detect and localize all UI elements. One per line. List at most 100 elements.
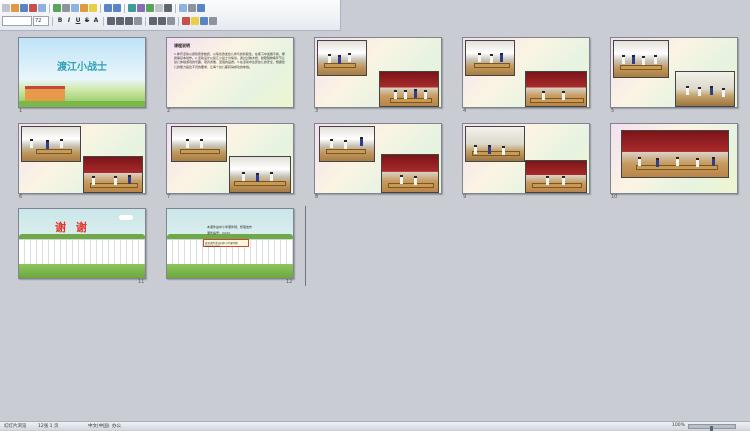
language-indicator: 中文(中国) (88, 424, 110, 429)
toolbar-separator (49, 3, 50, 13)
toolbar-separator (52, 16, 53, 26)
toolbar-separator (124, 3, 125, 13)
insert-shape-icon[interactable] (164, 4, 172, 12)
slide-thumbnail-9[interactable] (462, 123, 590, 194)
numbering-icon[interactable] (158, 17, 166, 25)
slide-thumbnail-11[interactable]: 谢 谢 (18, 208, 146, 279)
insert-chart-icon[interactable] (137, 4, 145, 12)
slide-thumbnail-3[interactable] (314, 37, 442, 108)
align-left-icon[interactable] (107, 17, 115, 25)
theme-name: 办公 (112, 424, 121, 429)
activity-photo (229, 156, 291, 193)
slide-thumbnail-7[interactable] (166, 123, 294, 194)
slide-title: 谢 谢 (55, 221, 90, 234)
preview-icon[interactable] (38, 4, 46, 12)
grass-illustration (19, 264, 145, 278)
font-color-icon[interactable] (182, 17, 190, 25)
insert-table-icon[interactable] (128, 4, 136, 12)
font-size-select[interactable]: 72 (33, 16, 49, 26)
copy-icon[interactable] (71, 4, 79, 12)
toolbar-row-formatting: 72 B I U S A (2, 15, 217, 27)
activity-photo (171, 126, 227, 162)
grass-illustration (167, 264, 293, 278)
line-color-icon[interactable] (200, 17, 208, 25)
slide-number: 3 (315, 108, 319, 114)
indent-icon[interactable] (167, 17, 175, 25)
print-icon[interactable] (29, 4, 37, 12)
building-illustration (25, 86, 65, 101)
toolbar-separator (100, 3, 101, 13)
grass-illustration (19, 101, 145, 107)
view-mode-label: 幻灯片浏览 (4, 424, 27, 429)
insert-picture-icon[interactable] (146, 4, 154, 12)
slide-text-box: 更多课件请访问中小学课件网 www.kj.com (203, 239, 249, 248)
slide-thumbnail-5[interactable] (610, 37, 738, 108)
zoom-slider[interactable] (688, 424, 736, 431)
help-icon[interactable] (197, 4, 205, 12)
cut-icon[interactable] (62, 4, 70, 12)
activity-photo (613, 40, 669, 78)
slide-thumbnail-6[interactable] (18, 123, 146, 194)
activity-photo (621, 130, 729, 178)
bold-icon[interactable]: B (56, 17, 64, 25)
activity-photo (525, 71, 587, 107)
insert-textbox-icon[interactable] (155, 4, 163, 12)
activity-photo (381, 154, 439, 193)
underline-icon[interactable]: U (74, 17, 82, 25)
font-name-select[interactable] (2, 16, 32, 26)
activity-photo (21, 126, 81, 162)
slide-sorter: 渡江小战士 1 课程说明 1.体育活动以游戏贯穿始终，以情境激发幼儿参与的积极性… (0, 31, 750, 421)
slide-number: 7 (167, 194, 171, 200)
paste-icon[interactable] (80, 4, 88, 12)
activity-photo (465, 40, 515, 76)
slide-title: 渡江小战士 (57, 62, 107, 73)
slide-text-line: 本课件由中小学课件网，整理发布 (207, 225, 253, 229)
slide-thumbnail-12[interactable]: 本课件由中小学课件网，整理发布 课件编号：XXXX 更多课件请访问中小学课件网 … (166, 208, 294, 279)
slide-thumbnail-4[interactable] (462, 37, 590, 108)
fill-color-icon[interactable] (191, 17, 199, 25)
justify-icon[interactable] (134, 17, 142, 25)
zoom-level[interactable]: 100% (672, 423, 685, 428)
redo-icon[interactable] (113, 4, 121, 12)
slide-number: 6 (19, 194, 23, 200)
zoom-icon[interactable] (188, 4, 196, 12)
toolbar-separator (103, 16, 104, 26)
cloud-illustration (119, 215, 133, 220)
spellcheck-icon[interactable] (53, 4, 61, 12)
fence-illustration (19, 239, 145, 264)
slide-thumbnail-1[interactable]: 渡江小战士 (18, 37, 146, 108)
open-icon[interactable] (11, 4, 19, 12)
strikethrough-icon[interactable]: S (83, 17, 91, 25)
activity-photo (379, 71, 439, 107)
new-icon[interactable] (2, 4, 10, 12)
slide-thumbnail-8[interactable] (314, 123, 442, 194)
slide-number: 4 (463, 108, 467, 114)
slide-number: 1 (19, 108, 23, 114)
slide-number: 11 (138, 279, 145, 285)
formatting-toolbar: 72 B I U S A (0, 0, 341, 31)
align-center-icon[interactable] (116, 17, 124, 25)
slide-text-line: 课件编号：XXXX (207, 231, 231, 235)
activity-photo (317, 40, 367, 76)
slide-thumbnail-10[interactable] (610, 123, 738, 194)
slide-heading: 课程说明 (174, 43, 190, 48)
format-painter-icon[interactable] (89, 4, 97, 12)
italic-icon[interactable]: I (65, 17, 73, 25)
slide-number: 10 (611, 194, 618, 200)
align-right-icon[interactable] (125, 17, 133, 25)
save-icon[interactable] (20, 4, 28, 12)
undo-icon[interactable] (104, 4, 112, 12)
slide-number: 12 (286, 279, 293, 285)
font-size-increase-icon[interactable]: A (92, 17, 100, 25)
slide-number: 5 (611, 108, 615, 114)
bullets-icon[interactable] (149, 17, 157, 25)
activity-photo (465, 126, 525, 162)
activity-photo (675, 71, 735, 107)
slide-count: 12张 1 页 (38, 424, 59, 429)
slideshow-icon[interactable] (179, 4, 187, 12)
shadow-icon[interactable] (209, 17, 217, 25)
insertion-point-marker (305, 206, 306, 286)
slide-thumbnail-2[interactable]: 课程说明 1.体育活动以游戏贯穿始终，以情境激发幼儿参与的积极性，在练习中发展平… (166, 37, 294, 108)
slide-number: 8 (315, 194, 319, 200)
toolbar-separator (175, 3, 176, 13)
